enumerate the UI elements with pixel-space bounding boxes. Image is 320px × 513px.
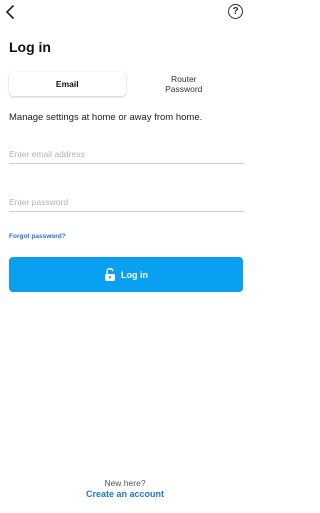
- new-here-text: New here?: [104, 478, 146, 488]
- question-circle-icon: ?: [232, 5, 239, 17]
- password-field[interactable]: [9, 192, 244, 212]
- login-method-tabs: Email Router Password: [9, 72, 242, 96]
- tab-router-password-label: Router Password: [165, 73, 203, 94]
- create-account-link[interactable]: Create an account: [0, 489, 250, 499]
- login-button[interactable]: Log in: [9, 257, 243, 292]
- email-field-container: [9, 144, 244, 164]
- login-button-label: Log in: [121, 269, 148, 280]
- chevron-left-icon: [6, 5, 14, 19]
- back-button[interactable]: [2, 4, 18, 20]
- page-title: Log in: [9, 39, 51, 55]
- email-field[interactable]: [9, 144, 244, 164]
- tab-email[interactable]: Email: [9, 72, 126, 96]
- unlocked-padlock-icon: [104, 268, 116, 281]
- password-field-container: [9, 192, 244, 212]
- login-screen: ? Log in Email Router Password Manage se…: [0, 0, 250, 513]
- help-button[interactable]: ?: [228, 4, 243, 19]
- subtitle: Manage settings at home or away from hom…: [9, 112, 203, 123]
- tab-router-password[interactable]: Router Password: [126, 72, 243, 96]
- forgot-password-link[interactable]: Forgot password?: [9, 233, 66, 240]
